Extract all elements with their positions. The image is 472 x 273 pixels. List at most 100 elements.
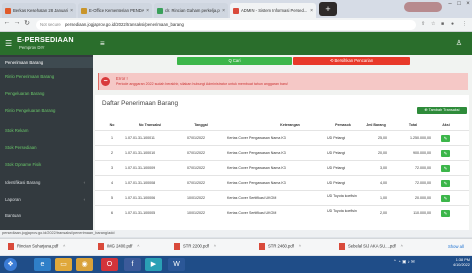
download-item[interactable]: IMG 2400.pdf ^ (98, 243, 139, 250)
url-text: persediaan.jogjaprov.go.id/2022/transaks… (64, 22, 184, 27)
sidebar-item-pengeluaran[interactable]: Pengeluaran Barang (0, 89, 93, 98)
facebook-icon[interactable]: f (124, 258, 141, 271)
pdf-icon (8, 243, 14, 250)
table-cell: 2 (111, 151, 113, 155)
browser-tab-strip: Berkas Kesehatan 28 Januari 2... × E-Off… (0, 0, 472, 18)
new-tab-button[interactable]: + (319, 2, 337, 16)
extension-icon[interactable]: ■ (441, 21, 444, 27)
download-item[interactable]: STR 2460.pdf ^ (259, 243, 301, 250)
table-cell: 2,00 (380, 211, 387, 215)
clock[interactable]: 1:38 PM 4/10/2022 (453, 258, 470, 268)
close-icon[interactable]: × (70, 8, 73, 14)
downloads-bar: Rincian Suharjana.pdf ^ IMG 2400.pdf ^ STR… (0, 238, 472, 255)
download-item[interactable]: STR 2200.pdf ^ (174, 243, 216, 250)
chevron-up-icon[interactable]: ^ (63, 244, 65, 249)
edit-icon[interactable]: ✎ (441, 180, 450, 187)
error-alert: − Error ! Periode anggaran 2022 sudah be… (98, 73, 468, 90)
table-cell: 4,00 (380, 181, 387, 185)
sidebar-item-label: Bantuan (5, 213, 22, 218)
alert-message: Periode anggaran 2022 sudah berakhir, si… (116, 82, 289, 86)
sidebar-item-stok-persediaan[interactable]: Stok Persediaan (0, 143, 93, 152)
reload-icon[interactable]: ↻ (23, 19, 31, 27)
download-item[interactable]: Sebelal SIJ AKA SU....pdf ^ (339, 243, 403, 250)
column-header: Tanggal (194, 123, 208, 127)
sidebar-item-laporan[interactable]: Laporan ‹ (0, 195, 93, 204)
chevron-left-icon: ‹ (83, 180, 85, 185)
profile-avatar[interactable] (404, 2, 442, 12)
system-tray[interactable]: ⌃ ◔ ▣ ♪ ✉ (393, 259, 415, 265)
word-icon[interactable]: W (168, 258, 185, 271)
forward-icon[interactable]: → (13, 19, 21, 26)
sidebar-item-penerimaan[interactable]: Penerimaan Barang (0, 57, 93, 68)
brand: ☰ E-PERSEDIAAN Pemprov DIY (0, 32, 93, 55)
profile-icon[interactable]: ● (451, 21, 454, 27)
folder-icon[interactable]: ▭ (55, 258, 72, 271)
column-header: No Transaksi (138, 123, 162, 127)
status-url: persediaan.jogjaprov.go.id/2022/transaks… (0, 230, 472, 237)
media-icon[interactable]: ▶ (145, 258, 162, 271)
table-cell: 10/01/2022 (187, 196, 205, 200)
edit-icon[interactable]: ✎ (441, 195, 450, 202)
table-row: 6 1.07.01.31-100005 10/01/2022 Kertas Cover… (95, 205, 469, 220)
browser-tab[interactable]: E-Office Kementerian PENDA DIY × (78, 3, 152, 18)
browser-tab-active[interactable]: ADMIN - Sistem Informasi Persed... × (230, 3, 316, 18)
close-icon[interactable]: × (146, 8, 149, 14)
sidebar-item-bantuan[interactable]: Bantuan (0, 211, 93, 220)
star-icon[interactable]: ☆ (431, 21, 435, 27)
back-icon[interactable]: ← (3, 19, 11, 26)
user-icon[interactable]: ♙ (456, 39, 462, 47)
sidebar-item-stok-opname[interactable]: Stok Opname Fisik (0, 160, 93, 169)
tab-label: Berkas Kesehatan 28 Januari 2... (13, 8, 68, 13)
close-icon[interactable]: × (222, 8, 225, 14)
sidebar-item-label: Stok Rekam (5, 128, 29, 133)
opera-icon[interactable]: O (101, 258, 118, 271)
edit-icon[interactable]: ✎ (441, 135, 450, 142)
edit-icon[interactable]: ✎ (441, 165, 450, 172)
show-all-downloads-link[interactable]: Show all (448, 244, 464, 249)
sidebar-item-identifikasi[interactable]: Identifikasi Barang ‹ (0, 178, 93, 187)
url-input[interactable]: Not secure persediaan.jogjaprov.go.id/20… (36, 20, 416, 30)
page-title: Daftar Penerimaan Barang (102, 100, 179, 107)
add-transaction-button[interactable]: ⊕ Tambah Transaksi (417, 107, 467, 114)
download-name: IMG 2400.pdf (107, 243, 133, 249)
share-icon[interactable]: ⇪ (421, 21, 425, 27)
table-row: 2 1.07.01.31-100010 07/01/2022 Kertas Cover… (95, 145, 469, 160)
table-row: 5 1.07.01.31-100006 10/01/2022 Kertas Cover… (95, 190, 469, 205)
sidebar-item-label: Stok Persediaan (5, 145, 37, 150)
chevron-up-icon[interactable]: ^ (299, 244, 301, 249)
maximize-icon[interactable]: □ (455, 1, 463, 7)
menu-icon[interactable]: ⋮ (462, 21, 467, 27)
close-icon[interactable]: × (310, 8, 313, 14)
chevron-left-icon: ‹ (83, 197, 85, 202)
chrome-icon[interactable]: ◉ (76, 258, 93, 271)
search-toolbar: Q Cari ⟲ Bersihkan Pencarian (95, 55, 472, 66)
download-item[interactable]: Rincian Suharjana.pdf ^ (8, 243, 65, 250)
home-icon: ☰ (5, 39, 13, 48)
edit-icon[interactable]: ✎ (441, 210, 450, 217)
sidebar-item-label: Stok Opname Fisik (5, 162, 42, 167)
table-cell: 1 (111, 136, 113, 140)
table-cell: UD Pelangi (327, 151, 346, 155)
edit-icon[interactable]: ✎ (441, 150, 450, 157)
alert-title: Error ! (116, 76, 128, 81)
sidebar-item-stok-rekam[interactable]: Stok Rekam (0, 126, 93, 135)
browser-tab[interactable]: clr. Rincian Gaham perkelja.pdf × (154, 3, 228, 18)
chevron-up-icon[interactable]: ^ (401, 244, 403, 249)
start-icon[interactable]: ❖ (4, 258, 17, 271)
ie-icon[interactable]: e (34, 258, 51, 271)
chevron-up-icon[interactable]: ^ (214, 244, 216, 249)
close-window-icon[interactable]: × (464, 1, 472, 7)
document-icon (157, 7, 163, 14)
table-cell: 07/01/2022 (187, 166, 205, 170)
sidebar-item-rinlo-penerimaan[interactable]: Rinlo Penerimaan Barang (0, 72, 93, 81)
pdf-icon (98, 243, 104, 250)
search-button[interactable]: Q Cari (177, 57, 292, 65)
reset-search-button[interactable]: ⟲ Bersihkan Pencarian (293, 57, 410, 65)
table-cell: Kertas Cover Sertifikasi UKOM (227, 211, 277, 215)
sidebar-item-rinlo-pengeluaran[interactable]: Rinlo Pengeluaran Barang (0, 106, 93, 115)
browser-tab[interactable]: Berkas Kesehatan 28 Januari 2... × (2, 3, 76, 18)
table-cell: Kertas Cover Pengawasan Nama K3 (227, 181, 286, 185)
chevron-up-icon[interactable]: ^ (137, 244, 139, 249)
hamburger-icon[interactable]: ≡ (100, 39, 105, 48)
minimize-icon[interactable]: – (446, 1, 454, 7)
